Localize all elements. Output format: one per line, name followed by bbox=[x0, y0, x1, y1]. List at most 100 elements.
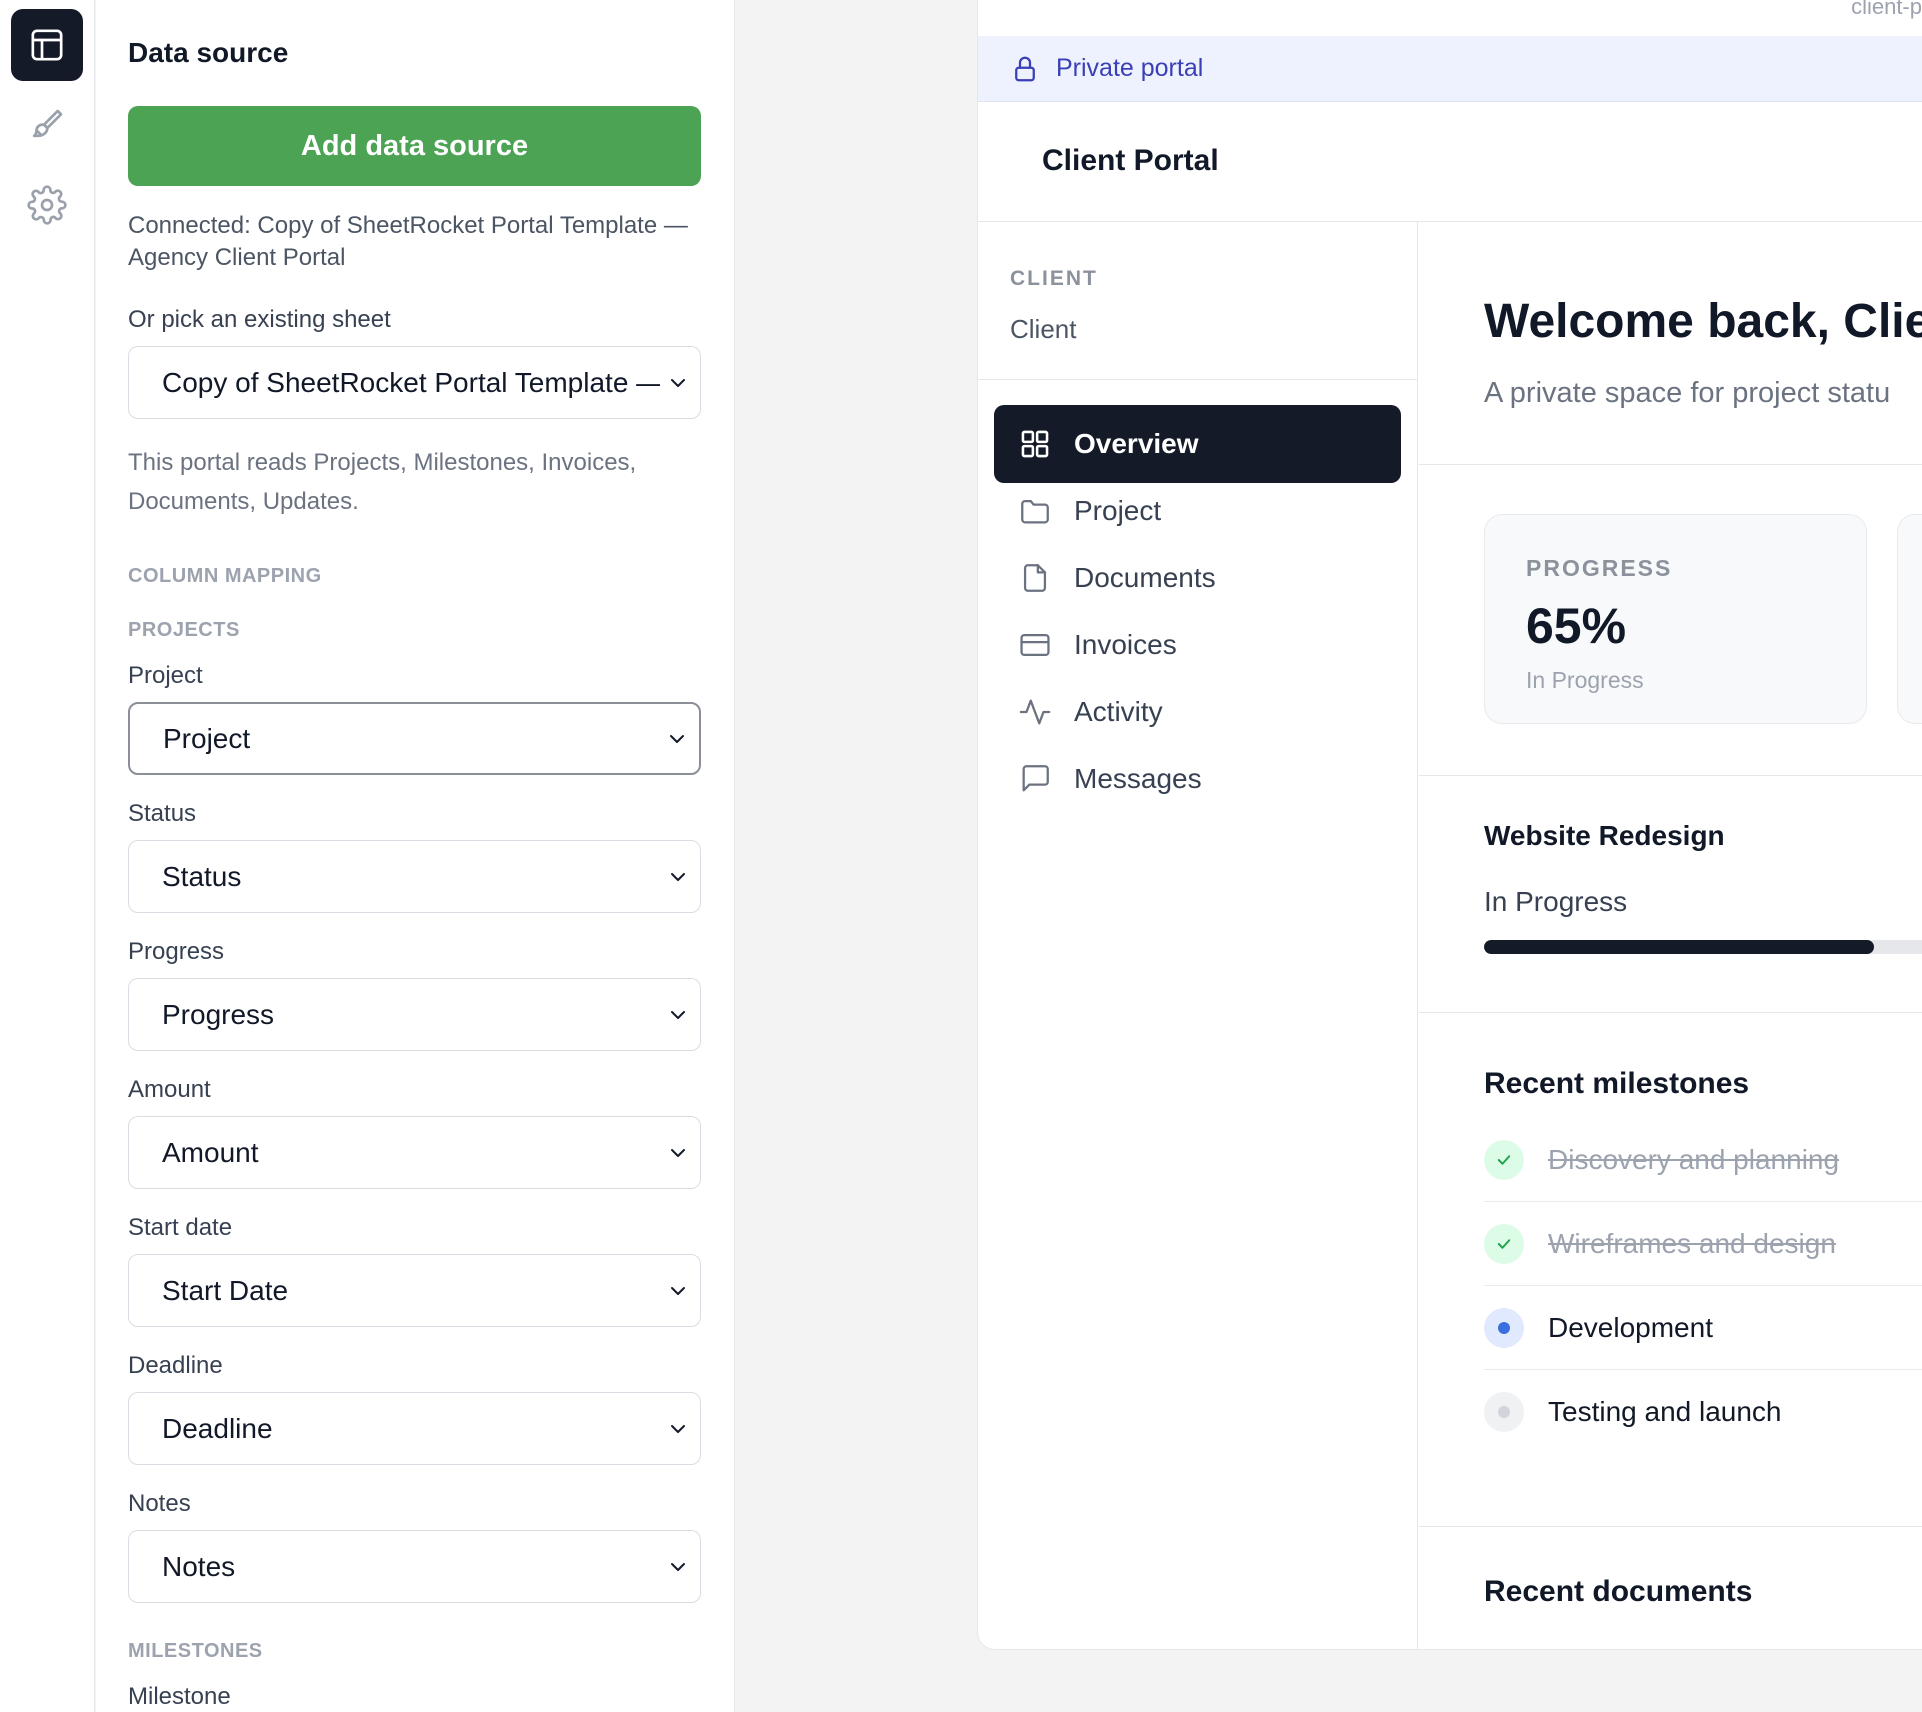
client-caption: CLIENT bbox=[1010, 267, 1098, 290]
project-progress-bar bbox=[1484, 940, 1922, 954]
milestone-label: Testing and launch bbox=[1548, 1396, 1782, 1427]
field-label-milestone: Milestone bbox=[128, 1683, 231, 1710]
select-value: Notes bbox=[162, 1550, 236, 1582]
amount-column-select[interactable]: Amount bbox=[128, 1116, 701, 1189]
sheet-select-value: Copy of SheetRocket Portal Template — Ag… bbox=[162, 366, 660, 398]
icon-rail bbox=[0, 0, 95, 1712]
divider bbox=[1419, 1526, 1922, 1527]
pick-sheet-label: Or pick an existing sheet bbox=[128, 306, 391, 333]
stat-card bbox=[1897, 514, 1922, 724]
select-value: Deadline bbox=[162, 1412, 273, 1444]
recent-documents-title: Recent documents bbox=[1484, 1575, 1753, 1608]
private-portal-label: Private portal bbox=[1056, 54, 1204, 82]
project-column-select[interactable]: Project bbox=[128, 702, 701, 775]
folder-icon bbox=[1021, 499, 1049, 524]
data-source-panel: Data source Add data source Connected: C… bbox=[96, 0, 735, 1712]
milestone-status bbox=[1484, 1307, 1524, 1348]
milestone-row: Wireframes and design bbox=[1484, 1202, 1922, 1286]
divider bbox=[1419, 775, 1922, 776]
milestone-status bbox=[1484, 1139, 1524, 1180]
progress-column-select[interactable]: Progress bbox=[128, 978, 701, 1051]
recent-milestones-title: Recent milestones bbox=[1484, 1067, 1750, 1100]
nav-label: Project bbox=[1074, 495, 1162, 526]
settings-tab[interactable] bbox=[11, 169, 83, 241]
credit-card-icon bbox=[1020, 633, 1050, 657]
divider bbox=[1419, 464, 1922, 465]
client-block: CLIENT Client bbox=[978, 222, 1418, 380]
connected-status: Connected: Copy of SheetRocket Portal Te… bbox=[128, 212, 688, 271]
chevron-down-icon bbox=[671, 1562, 685, 1571]
milestone-status bbox=[1484, 1392, 1524, 1432]
select-value: Progress bbox=[162, 998, 275, 1030]
field-label-amount: Amount bbox=[128, 1076, 211, 1103]
panel-title: Data source bbox=[128, 37, 289, 68]
chevron-down-icon bbox=[671, 872, 685, 881]
lock-icon bbox=[1015, 56, 1035, 81]
deadline-column-select[interactable]: Deadline bbox=[128, 1392, 701, 1465]
milestone-label: Wireframes and design bbox=[1548, 1227, 1836, 1259]
nav-item-messages[interactable]: Messages bbox=[994, 740, 1401, 818]
chevron-down-icon bbox=[671, 1148, 685, 1157]
portal-title: Client Portal bbox=[1042, 144, 1219, 177]
milestone-status bbox=[1484, 1223, 1524, 1264]
field-label-start-date: Start date bbox=[128, 1214, 233, 1241]
portal-preview: client-p Private portal Client Portal CL… bbox=[977, 0, 1922, 1650]
sheet-select[interactable]: Copy of SheetRocket Portal Template — Ag… bbox=[128, 346, 701, 419]
reads-hint: This portal reads Projects, Milestones, … bbox=[128, 449, 637, 515]
column-mapping-caption: COLUMN MAPPING bbox=[128, 565, 322, 587]
field-label-status: Status bbox=[128, 800, 197, 827]
chevron-down-icon bbox=[671, 1010, 685, 1019]
nav-label: Activity bbox=[1074, 696, 1163, 727]
stat-subtitle: In Progress bbox=[1526, 667, 1644, 693]
private-portal-bar: Private portal bbox=[978, 36, 1922, 102]
project-name: Website Redesign bbox=[1484, 820, 1725, 851]
milestones-caption: MILESTONES bbox=[128, 1640, 263, 1662]
welcome-heading: Welcome back, Clien bbox=[1484, 295, 1922, 348]
nav-label: Overview bbox=[1074, 428, 1199, 459]
milestone-row: Testing and launch bbox=[1484, 1370, 1922, 1454]
pending-dot-icon bbox=[1498, 1406, 1510, 1418]
projects-caption: PROJECTS bbox=[128, 619, 240, 641]
start-date-column-select[interactable]: Start Date bbox=[128, 1254, 701, 1327]
portal-header: Client Portal bbox=[978, 102, 1922, 222]
milestone-label: Discovery and planning bbox=[1548, 1143, 1840, 1175]
nav-label: Invoices bbox=[1074, 629, 1177, 660]
chevron-down-icon bbox=[671, 1424, 685, 1433]
select-value: Status bbox=[162, 860, 242, 892]
divider bbox=[1419, 1012, 1922, 1013]
chevron-down-icon bbox=[670, 734, 684, 743]
paintbrush-icon bbox=[32, 109, 63, 138]
welcome-subtitle: A private space for project statu bbox=[1484, 377, 1891, 409]
check-icon bbox=[1497, 1154, 1511, 1165]
select-value: Start Date bbox=[162, 1274, 289, 1306]
add-data-source-button[interactable]: Add data source bbox=[128, 106, 701, 186]
check-icon bbox=[1497, 1238, 1511, 1249]
data-source-tab[interactable] bbox=[11, 9, 83, 81]
milestone-row: Discovery and planning bbox=[1484, 1118, 1922, 1202]
milestone-label: Development bbox=[1548, 1311, 1713, 1343]
select-value: Project bbox=[163, 722, 251, 754]
style-tab[interactable] bbox=[11, 89, 83, 161]
progress-stat-card: PROGRESS 65% In Progress bbox=[1484, 514, 1867, 724]
client-name: Client bbox=[1010, 314, 1077, 344]
grid-icon bbox=[1021, 430, 1049, 458]
stat-value: 65% bbox=[1526, 598, 1627, 654]
status-column-select[interactable]: Status bbox=[128, 840, 701, 913]
portal-url-snippet: client-p bbox=[1851, 0, 1922, 19]
gear-icon bbox=[27, 185, 67, 225]
chevron-down-icon bbox=[671, 1286, 685, 1295]
document-icon bbox=[1023, 564, 1047, 592]
portal-main: Welcome back, Clien A private space for … bbox=[1419, 222, 1922, 1649]
select-value: Amount bbox=[162, 1136, 259, 1168]
notes-column-select[interactable]: Notes bbox=[128, 1530, 701, 1603]
field-label-project: Project bbox=[128, 662, 203, 689]
field-label-deadline: Deadline bbox=[128, 1352, 223, 1379]
activity-icon bbox=[1019, 699, 1051, 725]
message-icon bbox=[1022, 765, 1049, 792]
current-dot-icon bbox=[1498, 1321, 1510, 1334]
stat-caption: PROGRESS bbox=[1526, 555, 1673, 581]
nav-label: Messages bbox=[1074, 763, 1202, 794]
field-label-notes: Notes bbox=[128, 1490, 191, 1517]
progress-fill bbox=[1484, 940, 1874, 954]
milestone-row: Development bbox=[1484, 1286, 1922, 1370]
